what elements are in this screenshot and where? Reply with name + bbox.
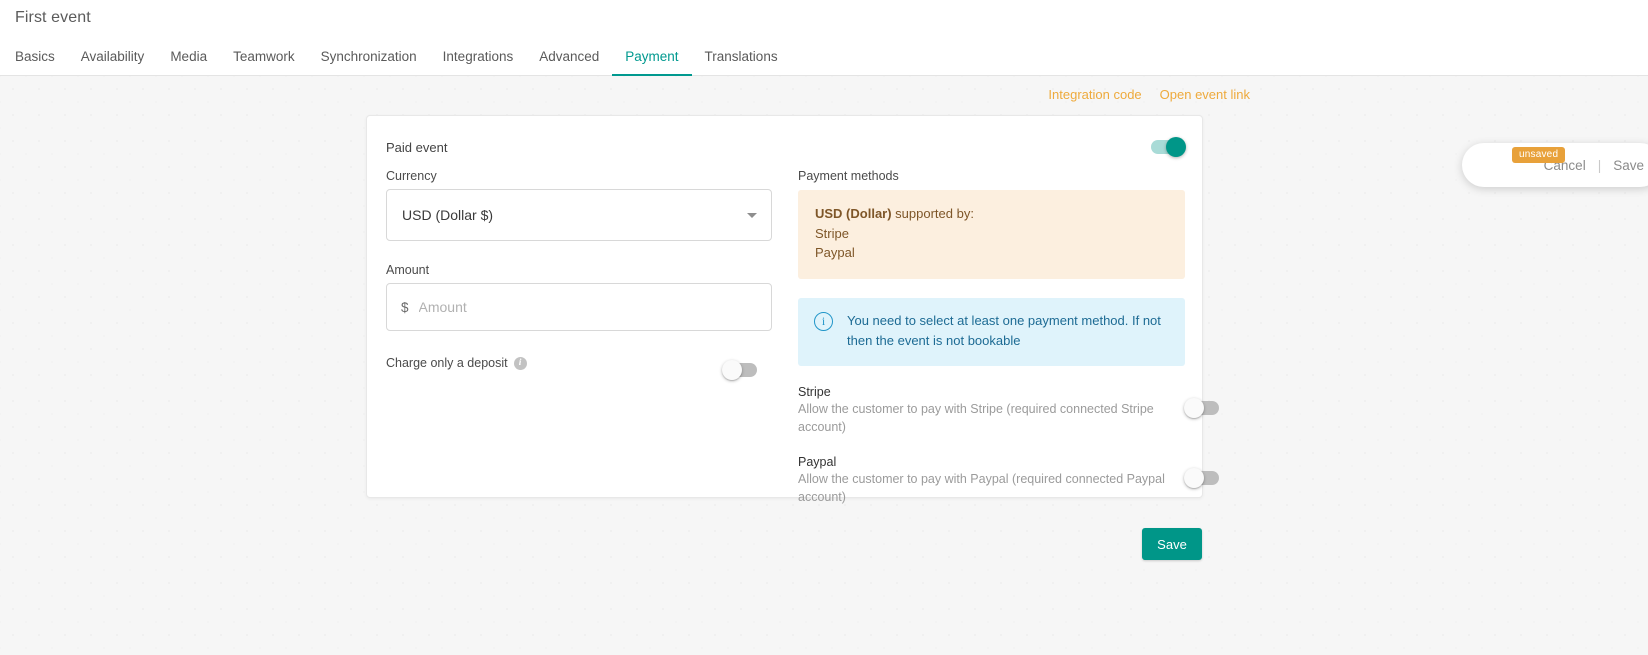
payment-method-stripe: Stripe Allow the customer to pay with St…: [798, 385, 1185, 437]
tab-payment[interactable]: Payment: [612, 37, 691, 76]
paid-event-row: Paid event: [386, 135, 1185, 159]
currency-label: Currency: [386, 169, 772, 183]
tab-teamwork[interactable]: Teamwork: [220, 37, 308, 76]
payment-settings-card: Paid event Currency USD (Dollar $) Amoun…: [366, 115, 1203, 498]
paid-event-toggle[interactable]: [1151, 140, 1185, 154]
stripe-title: Stripe: [798, 385, 1167, 399]
open-event-link[interactable]: Open event link: [1160, 87, 1250, 102]
tab-basics[interactable]: Basics: [0, 37, 68, 76]
supported-by-suffix: supported by:: [892, 206, 974, 221]
app-header: First event Basics Availability Media Te…: [0, 0, 1648, 76]
tab-bar: Basics Availability Media Teamwork Synch…: [0, 36, 791, 76]
top-links: Integration code Open event link: [1048, 87, 1250, 102]
amount-input[interactable]: [419, 299, 757, 315]
tab-translations[interactable]: Translations: [692, 37, 791, 76]
content-canvas: Integration code Open event link Paid ev…: [0, 76, 1648, 655]
deposit-label: Charge only a deposit: [386, 356, 508, 370]
right-column: Payment methods USD (Dollar) supported b…: [798, 169, 1185, 507]
info-circle-icon: i: [814, 312, 833, 331]
supported-provider-stripe: Stripe: [815, 224, 1168, 244]
toggle-knob: [1184, 398, 1204, 418]
tab-integrations[interactable]: Integrations: [430, 37, 527, 76]
info-alert-message: You need to select at least one payment …: [847, 311, 1169, 351]
pill-separator: |: [1598, 158, 1602, 173]
left-column: Currency USD (Dollar $) Amount $ Charge …: [386, 169, 772, 373]
amount-field[interactable]: $: [386, 283, 772, 331]
integration-code-link[interactable]: Integration code: [1048, 87, 1141, 102]
toggle-knob: [722, 360, 742, 380]
chevron-down-icon: [747, 213, 757, 218]
deposit-row: Charge only a deposit i: [386, 353, 772, 373]
payment-method-paypal: Paypal Allow the customer to pay with Pa…: [798, 455, 1185, 507]
amount-label: Amount: [386, 263, 772, 277]
paid-event-label: Paid event: [386, 140, 447, 155]
supported-provider-paypal: Paypal: [815, 243, 1168, 263]
stripe-texts: Stripe Allow the customer to pay with St…: [798, 385, 1185, 437]
currency-selected-value: USD (Dollar $): [402, 207, 493, 223]
currency-select[interactable]: USD (Dollar $): [386, 189, 772, 241]
tab-advanced[interactable]: Advanced: [526, 37, 612, 76]
currency-symbol: $: [401, 300, 409, 315]
supported-currency-alert: USD (Dollar) supported by: Stripe Paypal: [798, 190, 1185, 279]
info-icon[interactable]: i: [514, 357, 527, 370]
paypal-description: Allow the customer to pay with Paypal (r…: [798, 471, 1167, 507]
tab-synchronization[interactable]: Synchronization: [308, 37, 430, 76]
payment-method-info-alert: i You need to select at least one paymen…: [798, 298, 1185, 366]
stripe-description: Allow the customer to pay with Stripe (r…: [798, 401, 1167, 437]
pill-save-button[interactable]: Save: [1613, 158, 1644, 173]
toggle-knob: [1166, 137, 1186, 157]
toggle-knob: [1184, 468, 1204, 488]
payment-methods-label: Payment methods: [798, 169, 1185, 183]
tab-media[interactable]: Media: [157, 37, 220, 76]
paypal-title: Paypal: [798, 455, 1167, 469]
page-title: First event: [15, 9, 91, 27]
supported-by-line: USD (Dollar) supported by:: [815, 204, 1168, 224]
supported-currency-name: USD (Dollar): [815, 206, 892, 221]
save-button[interactable]: Save: [1142, 528, 1202, 560]
paypal-texts: Paypal Allow the customer to pay with Pa…: [798, 455, 1185, 507]
tab-availability[interactable]: Availability: [68, 37, 158, 76]
unsaved-badge: unsaved: [1512, 147, 1565, 163]
